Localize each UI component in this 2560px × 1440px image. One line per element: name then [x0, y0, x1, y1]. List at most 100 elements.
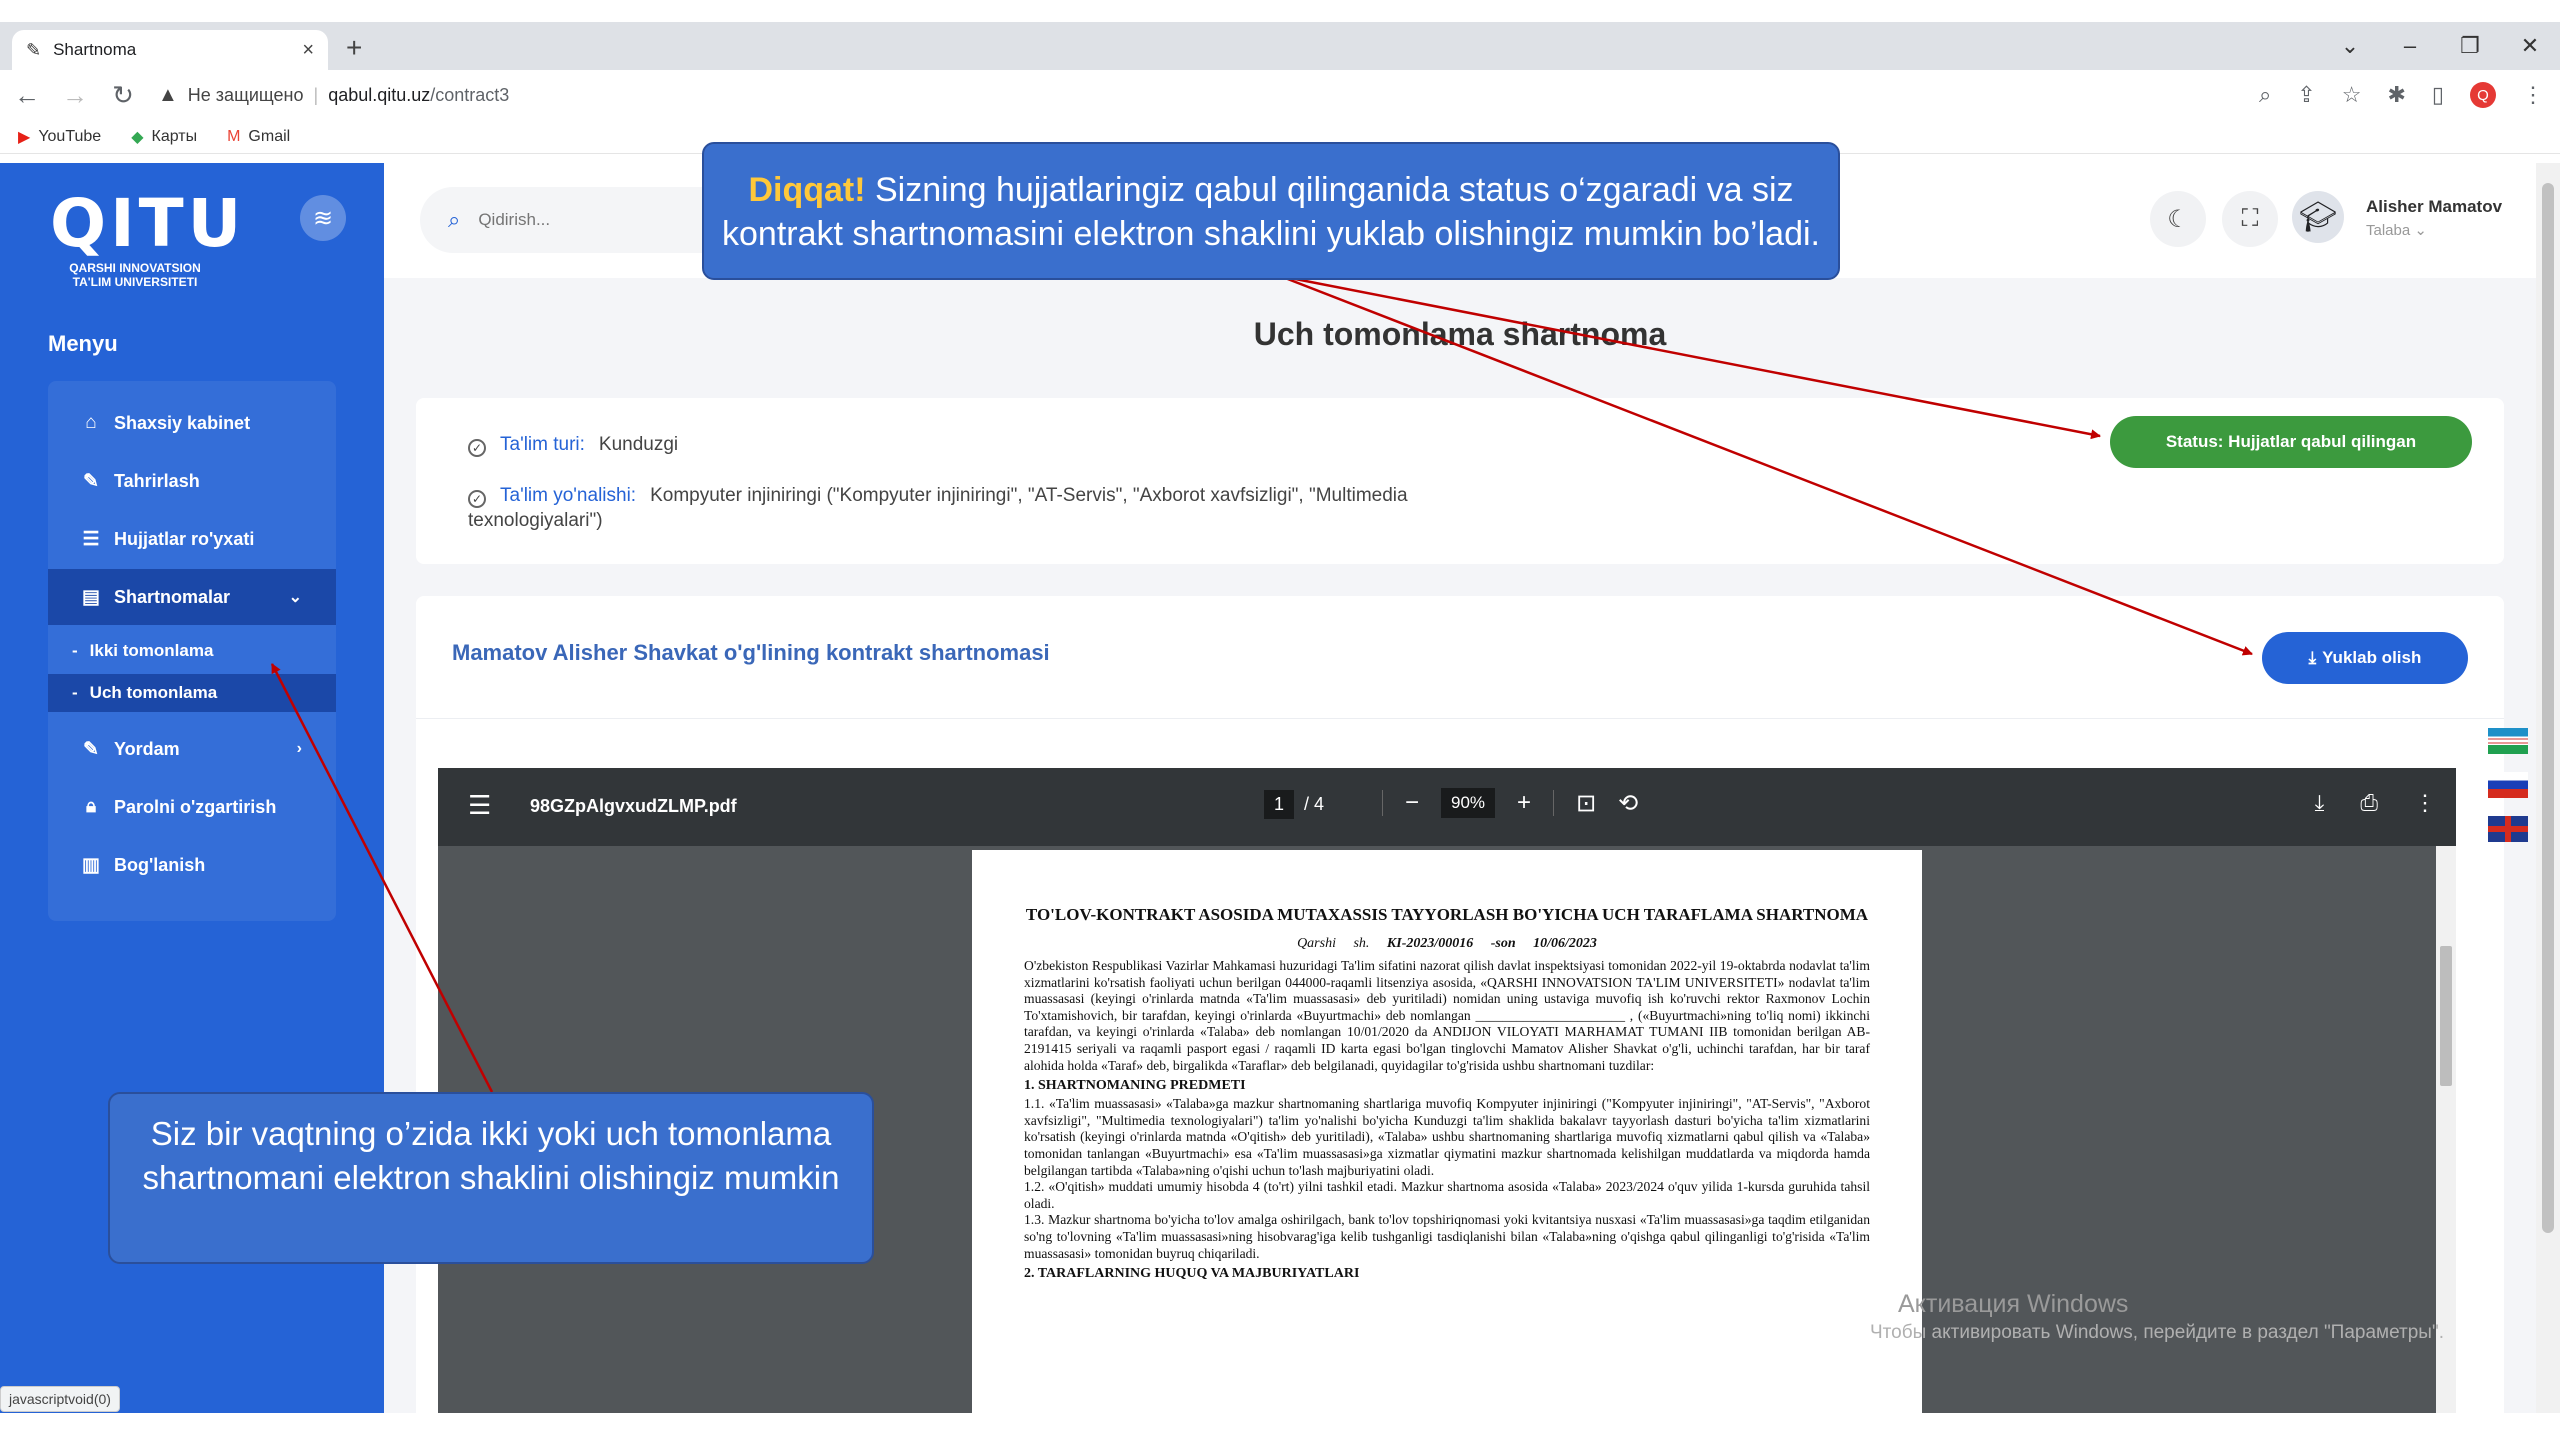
- english-flag-icon[interactable]: [2488, 816, 2528, 842]
- logo-subtitle: QARSHI INNOVATSION TA'LIM UNIVERSITETI: [69, 261, 201, 289]
- url-field[interactable]: ▲ Не защищено | qabul.qitu.uz/contract3: [158, 84, 509, 107]
- more-options-icon[interactable]: ⋮: [2414, 790, 2436, 816]
- contract-title: Mamatov Alisher Shavkat o'g'lining kontr…: [452, 640, 1050, 665]
- divider: [1553, 790, 1555, 816]
- url-separator: |: [313, 84, 319, 105]
- pdf-page-indicator: 1 / 4: [1264, 790, 1324, 819]
- document-heading: 2. TARAFLARNING HUQUQ VA MAJBURIYATLARI: [1024, 1266, 1360, 1282]
- sidebar-item-label: Parolni o'zgartirish: [114, 796, 277, 817]
- browser-tab[interactable]: ✎ Shartnoma ×: [12, 30, 328, 70]
- share-icon[interactable]: ⇪: [2297, 82, 2315, 108]
- bullet-dash: -: [72, 683, 78, 702]
- new-tab-button[interactable]: +: [346, 34, 362, 62]
- windows-activation-text: Чтобы активировать Windows, перейдите в …: [1870, 1322, 2444, 1343]
- sidebar-item-tahrirlash[interactable]: ✎ Tahrirlash: [48, 453, 336, 509]
- avatar[interactable]: 🎓︎: [2292, 191, 2344, 243]
- download-icon: ⤓: [2308, 648, 2317, 667]
- page-title: Uch tomonlama shartnoma: [1253, 316, 1667, 352]
- search-icon: ⌕: [448, 207, 461, 232]
- study-direction-row: ✓ Ta'lim yo'nalishi: Kompyuter injiniringi…: [468, 482, 1668, 510]
- bullet-dash: -: [72, 641, 78, 660]
- divider: [1382, 790, 1383, 816]
- minimize-button[interactable]: –: [2380, 30, 2440, 62]
- tab-search-icon[interactable]: ⌄: [2320, 30, 2380, 62]
- sidebar-item-parol[interactable]: 🔒︎ Parolni o'zgartirish: [48, 779, 336, 835]
- sidebar-subitem-uch-tomonlama[interactable]: - Uch tomonlama: [48, 674, 336, 712]
- browser-menu-icon[interactable]: ⋮: [2522, 82, 2544, 108]
- bookmark-gmail[interactable]: M Gmail: [227, 128, 290, 146]
- uzbek-flag-icon[interactable]: [2488, 728, 2528, 754]
- fit-page-icon[interactable]: ⊡: [1576, 789, 1596, 818]
- warning-icon[interactable]: ▲: [158, 84, 178, 107]
- zoom-in-icon[interactable]: +: [1517, 789, 1531, 817]
- download-button[interactable]: ⤓ Yuklab olish: [2262, 632, 2468, 684]
- callout-highlight: Diqqat!: [748, 171, 866, 209]
- document-meta: Qarshi sh. KI-2023/00016 -son 10/06/2023: [1024, 936, 1870, 952]
- russian-flag-icon[interactable]: [2488, 772, 2528, 798]
- print-icon[interactable]: ⎙: [2360, 790, 2378, 816]
- map-icon: ▥: [82, 854, 100, 876]
- bookmark-maps[interactable]: ◆ Карты: [131, 127, 197, 147]
- zoom-icon[interactable]: ⌕: [2259, 82, 2271, 108]
- user-role[interactable]: Talaba ⌄: [2366, 221, 2427, 239]
- window-controls: ⌄ – ❐ ✕: [2320, 30, 2560, 62]
- pdf-menu-icon[interactable]: ☰: [468, 790, 491, 821]
- study-type-row: ✓ Ta'lim turi: Kunduzgi: [468, 434, 678, 457]
- layers-icon[interactable]: ≋: [300, 195, 346, 241]
- sidebar-item-label: Uch tomonlama: [89, 683, 218, 702]
- sidebar-item-yordam[interactable]: ✎ Yordam ›: [48, 721, 336, 777]
- lock-icon: 🔒︎: [85, 796, 97, 817]
- sidebar-item-label: Shaxsiy kabinet: [114, 412, 251, 433]
- chevron-down-icon: ⌄: [2414, 222, 2427, 239]
- page-number-input[interactable]: 1: [1264, 790, 1295, 819]
- sidebar-item-label: Hujjatlar ro'yxati: [114, 528, 255, 549]
- check-circle-icon: ✓: [468, 439, 486, 457]
- back-icon[interactable]: ←: [14, 80, 40, 111]
- pdf-page: TO'LOV-KONTRAKT ASOSIDA MUTAXASSIS TAYYO…: [972, 850, 1922, 1413]
- bookmark-youtube[interactable]: ▶ YouTube: [18, 127, 101, 147]
- link-status-bar: javascriptvoid(0): [0, 1386, 120, 1412]
- pdf-zoom-controls: − 90% + ⊡ ⟲: [1382, 788, 1638, 818]
- reload-icon[interactable]: ↻: [110, 80, 136, 111]
- study-type-value: Kunduzgi: [598, 434, 679, 455]
- info-callout-top: Diqqat! Sizning hujjatlaringiz qabul qil…: [702, 142, 1840, 280]
- sidebar-item-shaxsiy-kabinet[interactable]: ⌂ Shaxsiy kabinet: [48, 395, 336, 451]
- close-tab-icon[interactable]: ×: [302, 39, 314, 62]
- fullscreen-icon[interactable]: ⛶: [2222, 191, 2278, 247]
- menu-title: Menyu: [48, 331, 118, 356]
- rotate-icon[interactable]: ⟲: [1618, 789, 1638, 818]
- extensions-icon[interactable]: ✱: [2387, 82, 2405, 108]
- side-panel-icon[interactable]: ▯: [2432, 82, 2444, 108]
- sidebar-item-shartnomalar[interactable]: ▤ Shartnomalar ⌄: [48, 569, 336, 625]
- page-scrollbar[interactable]: [2536, 163, 2560, 1413]
- bookmark-star-icon[interactable]: ☆: [2342, 82, 2362, 108]
- page-scroll-thumb[interactable]: [2542, 183, 2554, 1233]
- zoom-value[interactable]: 90%: [1441, 788, 1496, 818]
- user-name[interactable]: Alisher Mamatov: [2366, 197, 2502, 217]
- forward-icon[interactable]: →: [62, 80, 88, 111]
- zoom-out-icon[interactable]: −: [1405, 789, 1419, 817]
- pdf-download-icon[interactable]: ⤓: [2315, 790, 2325, 816]
- status-badge[interactable]: Status: Hujjatlar qabul qilingan: [2110, 416, 2472, 468]
- restore-button[interactable]: ❐: [2440, 30, 2500, 62]
- sidebar-subitem-ikki-tomonlama[interactable]: - Ikki tomonlama: [48, 632, 336, 670]
- callout-line1: Sizning hujjatlaringiz qabul qilinganida…: [865, 171, 1794, 209]
- close-window-button[interactable]: ✕: [2500, 30, 2560, 62]
- help-icon: ✎: [83, 738, 99, 760]
- pdf-toolbar: ☰ 98GZpAlgvxudZLMP.pdf 1 / 4 − 90% + ⊡ ⟲…: [438, 768, 2456, 846]
- address-bar-row: ← → ↻ ▲ Не защищено | qabul.qitu.uz/cont…: [0, 70, 2560, 120]
- study-type-label: Ta'lim turi:: [500, 434, 585, 455]
- sidebar-item-hujjatlar[interactable]: ☰ Hujjatlar ro'yxati: [48, 511, 336, 567]
- toolbar-actions: ⌕ ⇪ ☆ ✱ ▯ Q ⋮: [2259, 70, 2544, 120]
- profile-avatar[interactable]: Q: [2470, 82, 2496, 108]
- study-direction-value: Kompyuter injiniringi ("Kompyuter injini…: [650, 485, 1408, 506]
- sidebar-item-label: Tahrirlash: [114, 470, 200, 491]
- university-logo[interactable]: QITU QARSHI INNOVATSION TA'LIM UNIVERSIT…: [50, 185, 246, 290]
- document-title: TO'LOV-KONTRAKT ASOSIDA MUTAXASSIS TAYYO…: [1025, 905, 1869, 924]
- sidebar-item-boglanish[interactable]: ▥ Bog'lanish: [48, 837, 336, 893]
- dark-mode-icon[interactable]: ☾: [2150, 191, 2206, 247]
- search-input[interactable]: [478, 210, 679, 230]
- pdf-scroll-thumb[interactable]: [2440, 946, 2452, 1086]
- logo-wordmark: QITU: [50, 185, 246, 262]
- bookmark-label: Gmail: [248, 127, 291, 145]
